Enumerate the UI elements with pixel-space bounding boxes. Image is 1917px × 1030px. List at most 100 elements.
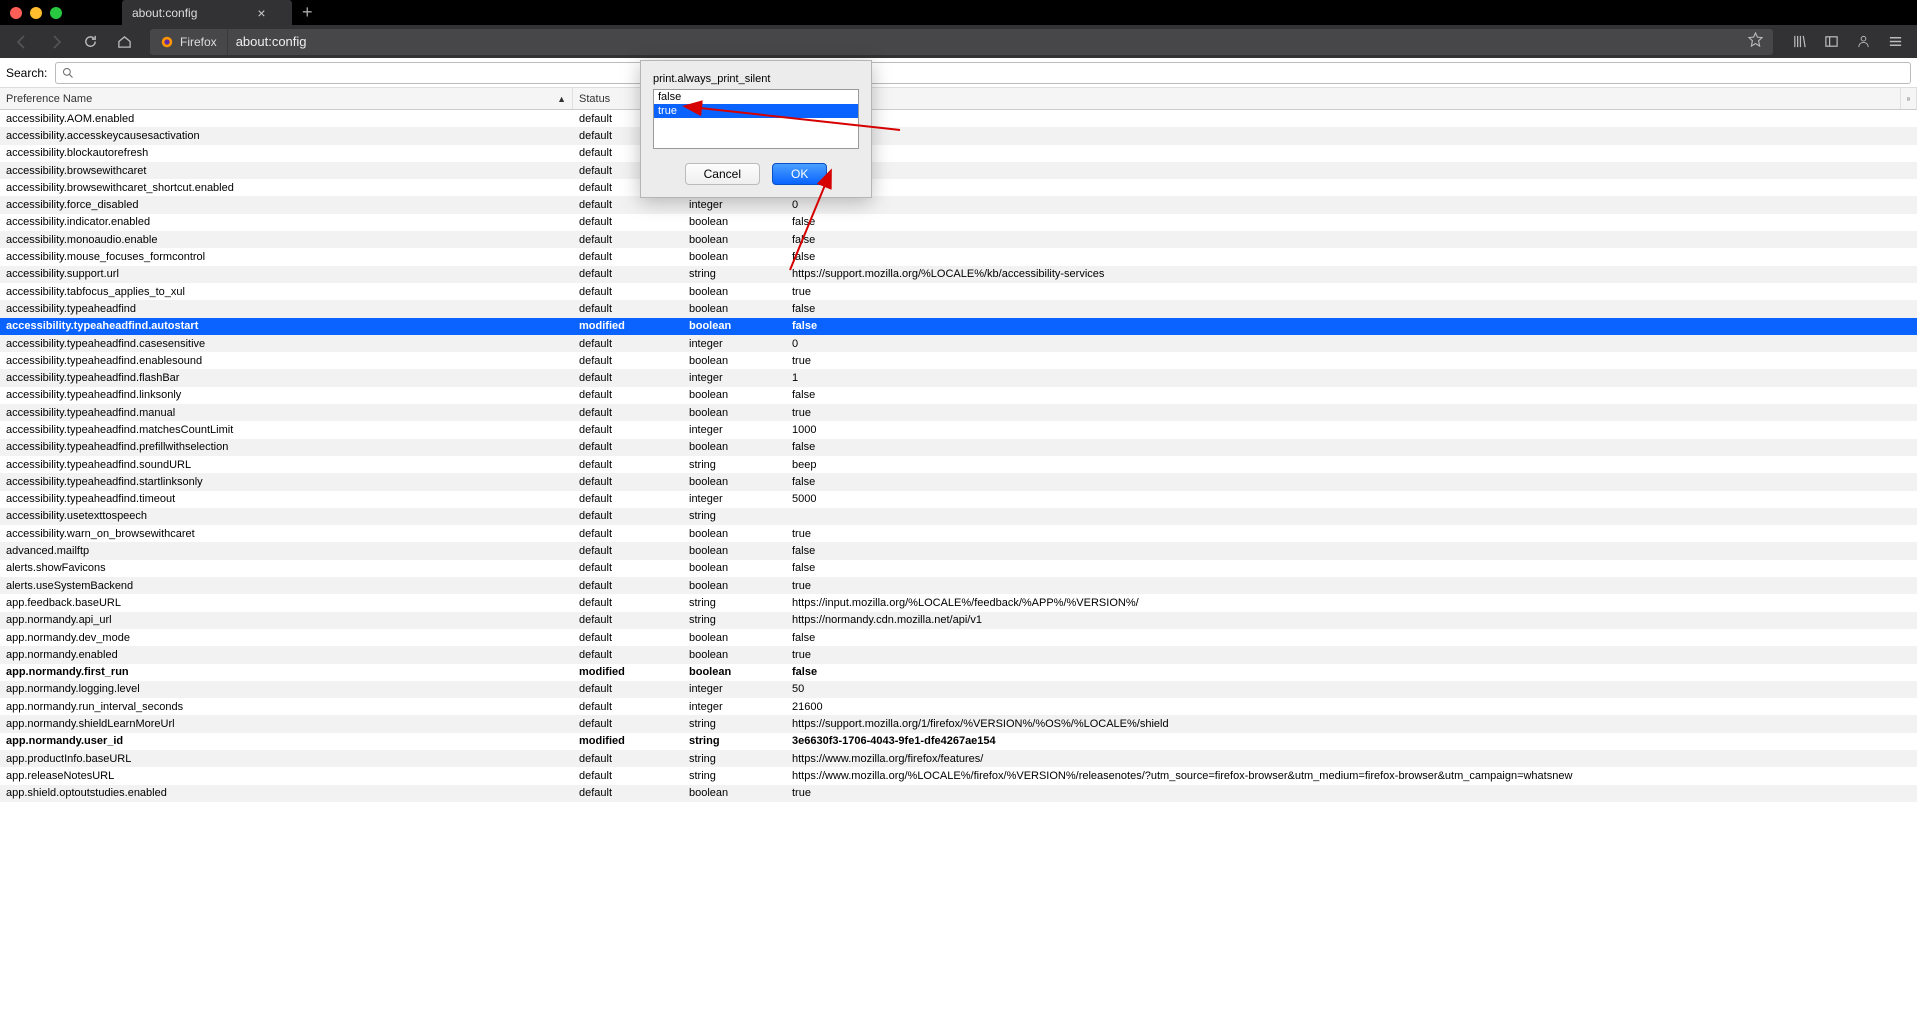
pref-row[interactable]: accessibility.typeaheadfinddefaultboolea… <box>0 300 1917 317</box>
pref-name: accessibility.monoaudio.enable <box>0 234 573 246</box>
pref-type: integer <box>683 199 786 211</box>
search-input[interactable] <box>80 66 1904 80</box>
column-picker-button[interactable] <box>1901 88 1917 109</box>
pref-row[interactable]: app.normandy.shieldLearnMoreUrldefaultst… <box>0 715 1917 732</box>
pref-name: app.normandy.shieldLearnMoreUrl <box>0 718 573 730</box>
pref-row[interactable]: app.normandy.dev_modedefaultbooleanfalse <box>0 629 1917 646</box>
pref-status: default <box>573 614 683 626</box>
pref-row[interactable]: app.normandy.first_runmodifiedbooleanfal… <box>0 664 1917 681</box>
pref-row[interactable]: app.normandy.logging.leveldefaultinteger… <box>0 681 1917 698</box>
pref-row[interactable]: accessibility.browsewithcaret_shortcut.e… <box>0 179 1917 196</box>
pref-name: accessibility.blockautorefresh <box>0 147 573 159</box>
pref-status: modified <box>573 735 683 747</box>
dialog-option[interactable]: false <box>654 90 858 104</box>
sidebar-icon <box>1824 34 1839 49</box>
pref-name: accessibility.typeaheadfind.enablesound <box>0 355 573 367</box>
pref-row[interactable]: accessibility.indicator.enableddefaultbo… <box>0 214 1917 231</box>
pref-row[interactable]: accessibility.support.urldefaultstringht… <box>0 266 1917 283</box>
pref-row[interactable]: alerts.useSystemBackenddefaultbooleantru… <box>0 577 1917 594</box>
pref-row[interactable]: advanced.mailftpdefaultbooleanfalse <box>0 542 1917 559</box>
reload-button[interactable] <box>76 28 104 56</box>
pref-row[interactable]: accessibility.typeaheadfind.manualdefaul… <box>0 404 1917 421</box>
pref-type: boolean <box>683 562 786 574</box>
pref-row[interactable]: accessibility.tabfocus_applies_to_xuldef… <box>0 283 1917 300</box>
pref-status: default <box>573 493 683 505</box>
sidebar-button[interactable] <box>1817 28 1845 56</box>
window-zoom-button[interactable] <box>50 7 62 19</box>
pref-row[interactable]: accessibility.typeaheadfind.matchesCount… <box>0 421 1917 438</box>
pref-row[interactable]: accessibility.typeaheadfind.prefillwiths… <box>0 439 1917 456</box>
pref-row[interactable]: accessibility.typeaheadfind.enablesoundd… <box>0 352 1917 369</box>
pref-row[interactable]: app.normandy.user_idmodifiedstring3e6630… <box>0 733 1917 750</box>
pref-row[interactable]: accessibility.monoaudio.enabledefaultboo… <box>0 231 1917 248</box>
pref-row[interactable]: accessibility.warn_on_browsewithcaretdef… <box>0 525 1917 542</box>
ok-button[interactable]: OK <box>772 163 827 185</box>
column-header-name[interactable]: Preference Name ▲ <box>0 88 573 109</box>
pref-row[interactable]: app.normandy.run_interval_secondsdefault… <box>0 698 1917 715</box>
macos-titlebar: about:config × + <box>0 0 1917 25</box>
column-headers: Preference Name ▲ Status Type Value <box>0 88 1917 110</box>
browser-tab[interactable]: about:config × <box>122 0 292 25</box>
pref-row[interactable]: accessibility.typeaheadfind.flashBardefa… <box>0 369 1917 386</box>
pref-name: accessibility.warn_on_browsewithcaret <box>0 528 573 540</box>
pref-status: default <box>573 787 683 799</box>
pref-type: boolean <box>683 216 786 228</box>
pref-row[interactable]: app.normandy.api_urldefaultstringhttps:/… <box>0 612 1917 629</box>
pref-type: boolean <box>683 303 786 315</box>
dialog-listbox[interactable]: falsetrue <box>653 89 859 149</box>
address-bar[interactable]: Firefox about:config <box>150 29 1773 55</box>
pref-row[interactable]: accessibility.usetexttospeechdefaultstri… <box>0 508 1917 525</box>
pref-row[interactable]: app.shield.optoutstudies.enableddefaultb… <box>0 785 1917 802</box>
pref-row[interactable]: accessibility.accesskeycausesactivationd… <box>0 127 1917 144</box>
pref-row[interactable]: accessibility.typeaheadfind.startlinkson… <box>0 473 1917 490</box>
pref-row[interactable]: app.normandy.enableddefaultbooleantrue <box>0 646 1917 663</box>
pref-row[interactable]: accessibility.force_disableddefaultinteg… <box>0 196 1917 213</box>
pref-value: 0 <box>786 199 1917 211</box>
pref-row[interactable]: accessibility.browsewithcaretdefault <box>0 162 1917 179</box>
pref-row[interactable]: accessibility.typeaheadfind.casesensitiv… <box>0 335 1917 352</box>
cancel-button[interactable]: Cancel <box>685 163 760 185</box>
pref-value: true <box>786 580 1917 592</box>
pref-name: accessibility.force_disabled <box>0 199 573 211</box>
pref-status: default <box>573 424 683 436</box>
back-button[interactable] <box>8 28 36 56</box>
pref-type: string <box>683 753 786 765</box>
pref-type: string <box>683 268 786 280</box>
pref-row[interactable]: accessibility.typeaheadfind.soundURLdefa… <box>0 456 1917 473</box>
site-identity[interactable]: Firefox <box>150 29 228 55</box>
pref-row[interactable]: accessibility.typeaheadfind.linksonlydef… <box>0 387 1917 404</box>
pref-row[interactable]: accessibility.blockautorefreshdefault <box>0 145 1917 162</box>
url-text[interactable]: about:config <box>228 34 1738 49</box>
pref-row[interactable]: app.releaseNotesURLdefaultstringhttps://… <box>0 767 1917 784</box>
account-button[interactable] <box>1849 28 1877 56</box>
pref-row[interactable]: alerts.showFaviconsdefaultbooleanfalse <box>0 560 1917 577</box>
home-button[interactable] <box>110 28 138 56</box>
search-box[interactable] <box>55 62 1911 84</box>
pref-status: default <box>573 338 683 350</box>
pref-row[interactable]: accessibility.AOM.enableddefault <box>0 110 1917 127</box>
pref-type: integer <box>683 493 786 505</box>
pref-name: accessibility.typeaheadfind.startlinkson… <box>0 476 573 488</box>
pref-row[interactable]: app.feedback.baseURLdefaultstringhttps:/… <box>0 594 1917 611</box>
preferences-list[interactable]: accessibility.AOM.enableddefaultaccessib… <box>0 110 1917 1030</box>
pref-row[interactable]: accessibility.mouse_focuses_formcontrold… <box>0 248 1917 265</box>
tab-close-icon[interactable]: × <box>257 5 265 21</box>
new-tab-button[interactable]: + <box>302 2 313 23</box>
app-menu-button[interactable] <box>1881 28 1909 56</box>
column-header-value[interactable]: Value <box>786 88 1901 109</box>
dialog-option[interactable]: true <box>654 104 858 118</box>
forward-button[interactable] <box>42 28 70 56</box>
bookmark-star-button[interactable] <box>1738 32 1773 52</box>
pref-value: false <box>786 216 1917 228</box>
pref-name: accessibility.browsewithcaret <box>0 165 573 177</box>
window-close-button[interactable] <box>10 7 22 19</box>
pref-value: 3e6630f3-1706-4043-9fe1-dfe4267ae154 <box>786 735 1917 747</box>
pref-value: false <box>786 476 1917 488</box>
pref-name: app.shield.optoutstudies.enabled <box>0 787 573 799</box>
pref-type: string <box>683 718 786 730</box>
window-minimize-button[interactable] <box>30 7 42 19</box>
pref-row[interactable]: accessibility.typeaheadfind.autostartmod… <box>0 318 1917 335</box>
pref-row[interactable]: app.productInfo.baseURLdefaultstringhttp… <box>0 750 1917 767</box>
pref-row[interactable]: accessibility.typeaheadfind.timeoutdefau… <box>0 491 1917 508</box>
library-button[interactable] <box>1785 28 1813 56</box>
